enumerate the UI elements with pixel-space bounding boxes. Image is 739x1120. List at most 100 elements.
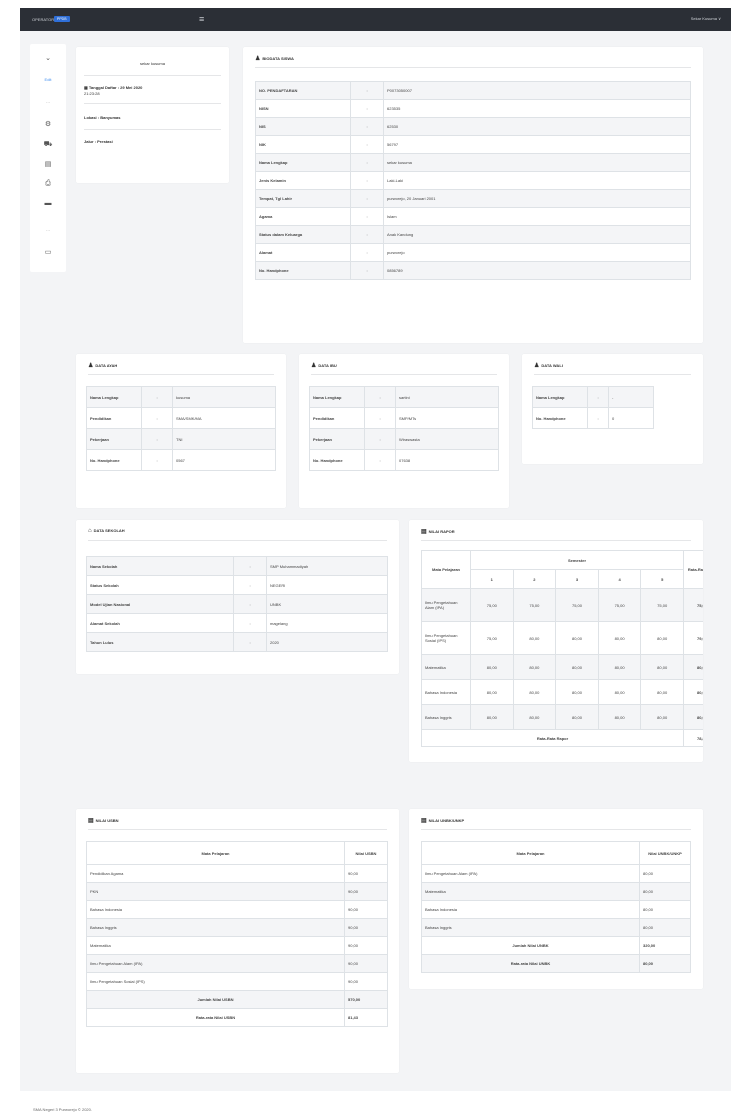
divider: ··· [46,228,50,233]
score-cell: 80,00 [597,679,642,705]
average-label: Rata-Rata Rapor [421,729,684,747]
separator: : [350,261,384,280]
table-row: Ilmu Pengetahuan Alam (IPA) 75,00 75,00 75,… [421,588,703,622]
field-label: No. Handphone [255,261,351,280]
separator: : [141,407,173,429]
sidebar-edit-label[interactable]: Edit [30,77,66,82]
total-value: 320,00 [639,936,691,955]
separator: : [364,428,396,450]
laptop-icon[interactable]: ▬ [30,200,66,207]
field-label: Jenis Kelamin [255,171,351,190]
field-label: Tahun Lulus [86,632,234,652]
subject-name: Ilmu Pengetahuan Sosial (IPS) [421,621,471,655]
score-cell: 75,00 [555,588,599,622]
registration-date: ▦ Tanggal Daftar : 29 Mei 2020 [84,85,143,90]
table-row: Pendidikan Agama 90,00 [86,864,388,883]
file-icon[interactable]: ▤ [30,160,66,168]
column-header: Mata Pelajaran [421,841,640,865]
score-cell: 90,00 [344,900,388,919]
field-value: TNI [172,428,276,450]
biodata-title: ♟ BIODATA SISWA [255,56,294,62]
table-row: Pendidikan: SMP/MTs [309,407,499,429]
column-header: 1 [470,569,514,589]
field-label: Nama Lengkap [255,153,351,172]
separator: : [233,594,267,614]
separator: : [364,449,396,471]
separator: : [141,428,173,450]
field-value: purworejo, 20 Januari 2001 [383,189,691,208]
table-row: Status Sekolah: NEGERI [86,575,388,595]
divider [84,129,221,130]
card-icon[interactable]: ▭ [30,248,66,256]
subject-name: Ilmu Pengetahuan Sosial (IPS) [86,972,345,991]
average-value: 78,80 [683,729,703,747]
table-summary-row: Rata-rata Nilai USBN 81,43 [86,1008,388,1027]
usbn-table: Mata Pelajaran Nilai USBN Pendidikan Agama… [86,841,388,1027]
score-cell: 80,00 [555,654,599,680]
table-row: Nama Lengkap: sartini [309,386,499,408]
score-cell: 90,00 [344,972,388,991]
column-header: 4 [597,569,642,589]
field-label: NIK [255,135,351,154]
table-row: Ilmu Pengetahuan Alam (IPA) 90,00 [86,954,388,973]
user-name: Sekar Kusuma [690,16,717,21]
table-row: Alamat Sekolah: magelang [86,613,388,633]
registration-time: 21:23:28 [84,91,100,96]
field-value: sekar kusuma [383,153,691,172]
truck-icon[interactable]: ⛟ [30,140,66,149]
ibu-card: ♟ DATA IBU Nama Lengkap: sartini Pendidikan… [299,354,509,508]
table-row: No. Handphone:0 [532,407,654,429]
field-label: Pekerjaan [86,428,142,450]
biodata-card: ♟ BIODATA SISWA NO. PENDAFTARAN: P00730500… [243,47,703,343]
table-row: Matematika 80,00 [421,882,691,901]
top-navbar: OPERATOR PPDB ≡ Sekar Kusuma ∨ [20,8,731,31]
score-cell: 80,00 [512,621,557,655]
table-row: No. Handphone:0567 [86,449,276,471]
divider [88,829,387,830]
divider [88,540,387,541]
usbn-title: ▤ NILAI USBN [88,818,119,824]
column-header: Rata-Rata Nilai [683,550,703,589]
field-value: 56797 [383,135,691,154]
score-cell: 80,00 [640,621,684,655]
average-cell: 80,00 [683,679,703,705]
score-cell: 80,00 [597,704,642,730]
table-row: NIK:56797 [255,135,691,154]
table-row: Nama Lengkap: kusuma [86,386,276,408]
separator: : [233,575,267,595]
sekolah-table: Nama Sekolah: SMP Muhammadiyah Status Seko… [86,556,388,652]
divider [84,103,221,104]
score-cell: 80,00 [639,882,691,901]
field-value: SMP/MTs [395,407,499,429]
field-value: Islam [383,207,691,226]
unbk-title: ▤ NILAI UNBK/UNKP [421,818,465,824]
table-row: No. Handphone:0856789 [255,261,691,280]
table-row: Tahun Lulus:2020 [86,632,388,652]
separator: : [350,171,384,190]
user-menu[interactable]: Sekar Kusuma ∨ [691,16,721,21]
score-cell: 80,00 [512,679,557,705]
column-header: 2 [512,569,557,589]
print-icon[interactable]: ⎙ [30,180,66,188]
field-value: Laki-Laki [383,171,691,190]
average-cell: 80,00 [683,704,703,730]
school-icon: ⌂ [88,528,92,534]
divider [255,67,691,68]
subject-name: Bahasa Indonesia [421,679,471,705]
table-row: Nama Sekolah: SMP Muhammadiyah [86,556,388,576]
field-value: 0567 [172,449,276,471]
score-cell: 75,00 [470,588,514,622]
table-row: Bahasa Inggris 90,00 [86,918,388,937]
user-icon: ♟ [311,363,317,369]
hamburger-menu-icon[interactable]: ≡ [199,15,204,24]
field-label: Nama Lengkap [86,386,142,408]
table-row: Pekerjaan: TNI [86,428,276,450]
settings-icon[interactable]: ⚙ [30,120,66,128]
score-cell: 75,00 [597,588,642,622]
field-label: Model Ujian Nasional [86,594,234,614]
separator: : [350,207,384,226]
chevron-down-icon[interactable]: ⌄ [30,54,66,62]
field-value: Anak Kandung [383,225,691,244]
field-value: SMA/SMK/MA [172,407,276,429]
score-cell: 80,00 [555,621,599,655]
